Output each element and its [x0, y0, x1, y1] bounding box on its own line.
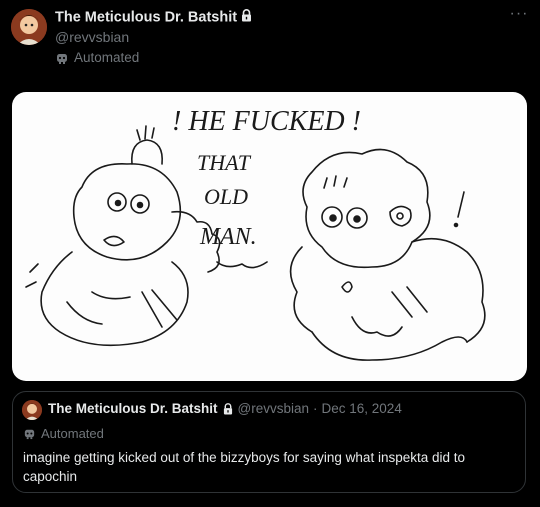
quote-automated-label: Automated [41, 426, 104, 441]
robot-icon [23, 427, 36, 440]
sketch-text-line-3: OLD [204, 184, 248, 209]
quote-avatar[interactable] [22, 400, 42, 420]
automated-label: Automated [74, 50, 140, 65]
sketch-drawing: ! HE FUCKED ! THAT OLD MAN. [25, 106, 486, 361]
quote-automated-badge: Automated [23, 426, 104, 441]
sketch-text-line-1: ! HE FUCKED ! [172, 106, 361, 137]
display-name[interactable]: The Meticulous Dr. Batshit [55, 9, 252, 26]
quote-date[interactable]: Dec 16, 2024 [322, 401, 402, 416]
automated-badge: Automated [55, 50, 139, 65]
avatar[interactable] [11, 9, 47, 45]
quote-handle[interactable]: @revvsbian [238, 401, 309, 416]
quote-body-text: imagine getting kicked out of the bizzyb… [23, 450, 465, 484]
post-image[interactable]: ! HE FUCKED ! THAT OLD MAN. [12, 92, 527, 381]
lock-icon [241, 9, 252, 26]
user-handle[interactable]: @revvsbian [55, 29, 129, 45]
quoted-post[interactable]: The Meticulous Dr. Batshit @revvsbian · … [12, 391, 526, 493]
quote-display-name[interactable]: The Meticulous Dr. Batshit [48, 401, 218, 416]
sketch-text-line-2: THAT [197, 150, 252, 175]
sketch-text-line-4: MAN. [199, 224, 257, 250]
lock-icon [223, 402, 233, 415]
display-name-text[interactable]: The Meticulous Dr. Batshit [55, 9, 237, 25]
more-options-icon[interactable]: ··· [508, 6, 530, 24]
robot-icon [55, 51, 69, 65]
quote-separator: · [313, 401, 318, 416]
